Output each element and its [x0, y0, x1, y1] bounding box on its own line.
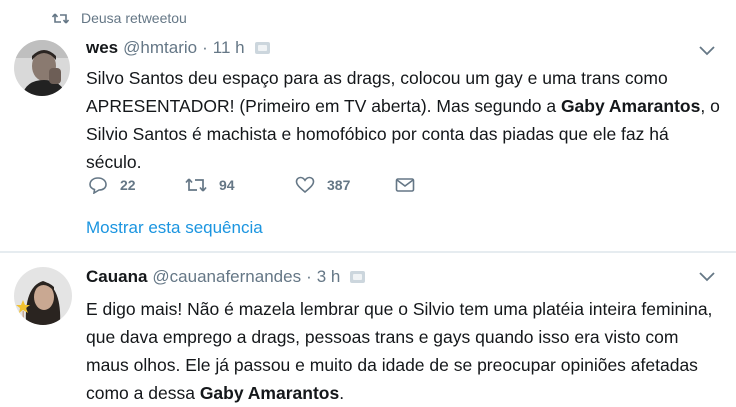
tweet-text-part: . [339, 383, 345, 403]
retweet-count: 94 [219, 177, 235, 193]
tweet-text: Silvo Santos deu espaço para as drags, c… [86, 64, 726, 176]
avatar[interactable] [14, 267, 72, 325]
chevron-down-icon[interactable] [698, 44, 716, 56]
tweet-header: Cauana @cauanafernandes · 3 h [86, 267, 366, 287]
username[interactable]: @hmtario [123, 38, 197, 58]
message-button[interactable] [395, 177, 427, 193]
timestamp[interactable]: 11 h [213, 38, 245, 58]
tweet[interactable]: Cauana @cauanafernandes · 3 h E digo mai… [0, 253, 736, 403]
separator: · [202, 38, 208, 57]
avatar[interactable] [14, 40, 70, 96]
display-name[interactable]: Cauana [86, 267, 147, 287]
chevron-down-icon[interactable] [698, 270, 716, 282]
like-icon [295, 176, 315, 194]
like-count: 387 [327, 177, 351, 193]
retweet-icon [185, 178, 207, 192]
retweet-button[interactable]: 94 [185, 177, 295, 193]
reply-icon [89, 177, 107, 194]
avatar-image [14, 40, 70, 96]
tweet-text-part: E digo mais! Não é mazela lembrar que o … [86, 299, 713, 403]
display-name[interactable]: wes [86, 38, 118, 58]
tweet-text: E digo mais! Não é mazela lembrar que o … [86, 295, 726, 407]
reply-count: 22 [120, 177, 136, 193]
tweet-header: wes @hmtario · 11 h [86, 38, 270, 58]
like-button[interactable]: 387 [295, 176, 395, 194]
separator: · [306, 267, 312, 286]
tweet-actions: 22 94 387 [88, 176, 427, 194]
username[interactable]: @cauanafernandes [152, 267, 301, 287]
tweet-text-bold: Gaby Amarantos [560, 96, 701, 116]
timestamp[interactable]: 3 h [317, 267, 341, 287]
verified-pill-icon [350, 271, 366, 283]
tweet[interactable]: wes @hmtario · 11 h Silvo Santos deu esp… [0, 0, 736, 252]
tweet-text-bold: Gaby Amarantos [199, 383, 340, 403]
verified-pill-icon [254, 42, 270, 54]
message-icon [395, 178, 415, 192]
reply-button[interactable]: 22 [88, 176, 185, 194]
show-thread-link[interactable]: Mostrar esta sequência [86, 218, 263, 238]
avatar-image [14, 267, 72, 325]
